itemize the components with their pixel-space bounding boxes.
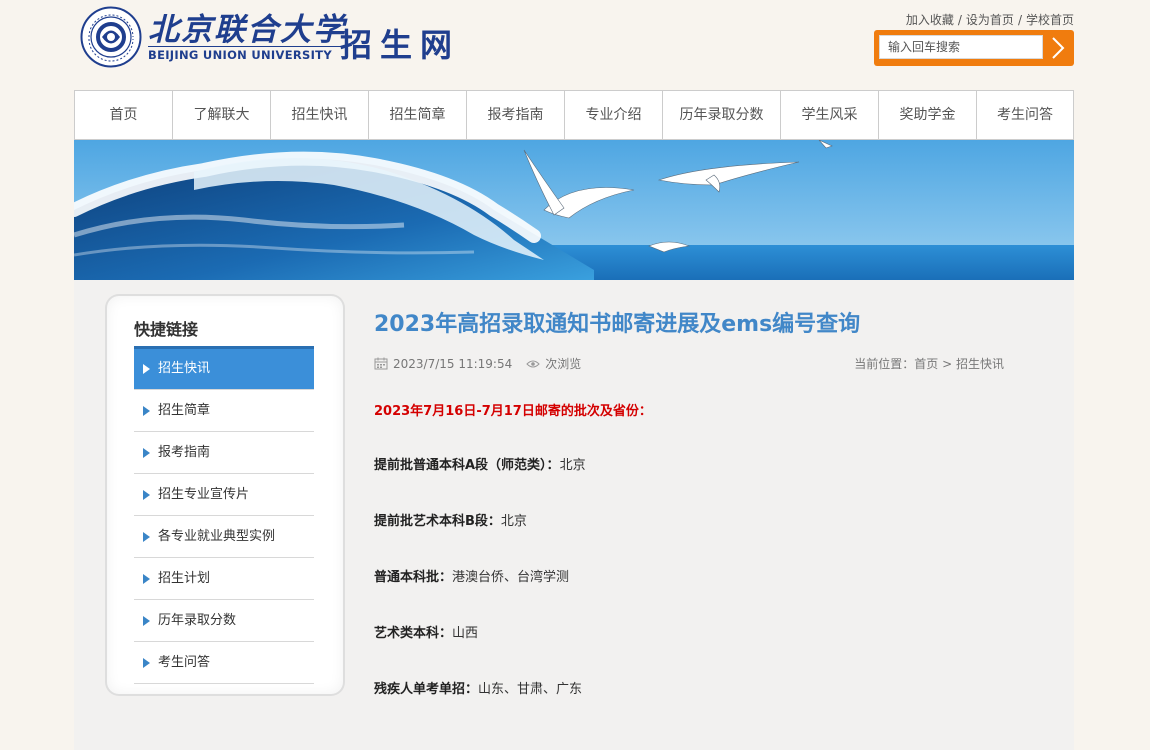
- university-logo[interactable]: 北京联合大学 BEIJING UNION UNIVERSITY: [80, 6, 346, 68]
- sidebar-item-label: 招生计划: [158, 571, 211, 586]
- main-nav: 首页 了解联大 招生快讯 招生简章 报考指南 专业介绍 历年录取分数 学生风采 …: [74, 90, 1074, 140]
- batch-label: 残疾人单考单招：: [374, 682, 479, 697]
- sidebar-item-promo-video[interactable]: 招生专业宣传片: [134, 474, 314, 516]
- batch-entry: 普通本科批：港澳台侨、台湾学测: [374, 569, 1004, 587]
- publish-datetime: 2023/7/15 11:19:54: [393, 356, 513, 371]
- batch-entry: 提前批艺术本科B段：北京: [374, 513, 1004, 531]
- batch-label: 艺术类本科：: [374, 626, 453, 641]
- nav-item-news[interactable]: 招生快讯: [271, 91, 369, 139]
- triangle-right-icon: [143, 574, 150, 584]
- university-seal-icon: [80, 6, 142, 68]
- article-meta: 2023/7/15 11:19:54 次浏览: [374, 355, 581, 372]
- nav-item-scores[interactable]: 历年录取分数: [663, 91, 781, 139]
- batch-provinces: 北京: [559, 458, 586, 473]
- school-name-en: BEIJING UNION UNIVERSITY: [148, 46, 346, 62]
- sidebar-item-label: 招生专业宣传片: [158, 487, 250, 502]
- breadcrumb-news-link[interactable]: 招生快讯: [956, 357, 1004, 371]
- search-input[interactable]: [879, 35, 1043, 59]
- mailing-intro: 2023年7月16日-7月17日邮寄的批次及省份：: [374, 404, 652, 419]
- sidebar-item-label: 各专业就业典型实例: [158, 529, 276, 544]
- batch-provinces: 港澳台侨、台湾学测: [452, 570, 570, 585]
- triangle-right-icon: [143, 448, 150, 458]
- sidebar-item-news[interactable]: 招生快讯: [134, 346, 314, 390]
- sidebar-item-label: 考生问答: [158, 655, 211, 670]
- batch-provinces: 山西: [452, 626, 479, 641]
- top-links: 加入收藏 / 设为首页 / 学校首页: [906, 11, 1074, 28]
- breadcrumb-home-link[interactable]: 首页: [914, 357, 938, 371]
- content-area: 快捷链接 招生快讯 招生简章 报考指南 招生专业宣传片 各专业就业典型实例 招生…: [74, 280, 1074, 750]
- separator: /: [957, 13, 962, 27]
- nav-item-home[interactable]: 首页: [75, 91, 173, 139]
- triangle-right-icon: [143, 490, 150, 500]
- wave-banner-graphic: [74, 140, 1074, 280]
- sidebar-item-guide[interactable]: 报考指南: [134, 432, 314, 474]
- batch-entry: 艺术类本科：山西: [374, 625, 1004, 643]
- search-box: [874, 30, 1074, 66]
- sidebar-item-label: 招生简章: [158, 403, 211, 418]
- set-homepage-link[interactable]: 设为首页: [966, 13, 1014, 27]
- nav-item-majors[interactable]: 专业介绍: [565, 91, 663, 139]
- calendar-icon: [374, 357, 388, 370]
- quick-links-list: 招生快讯 招生简章 报考指南 招生专业宣传片 各专业就业典型实例 招生计划 历年…: [134, 346, 314, 684]
- breadcrumb: 当前位置：首页 > 招生快讯: [854, 355, 1004, 372]
- article-title: 2023年高招录取通知书邮寄进展及ems编号查询: [374, 312, 861, 337]
- sidebar-item-label: 招生快讯: [158, 361, 211, 376]
- triangle-right-icon: [143, 616, 150, 626]
- sidebar-item-scores[interactable]: 历年录取分数: [134, 600, 314, 642]
- batch-label: 提前批普通本科A段（师范类）：: [374, 458, 560, 473]
- article-body: 2023年7月16日-7月17日邮寄的批次及省份： 提前批普通本科A段（师范类）…: [374, 400, 1004, 737]
- nav-item-brochure[interactable]: 招生简章: [369, 91, 467, 139]
- triangle-right-icon: [143, 658, 150, 668]
- sidebar-item-qa[interactable]: 考生问答: [134, 642, 314, 684]
- sidebar-item-employment-cases[interactable]: 各专业就业典型实例: [134, 516, 314, 558]
- banner-image: [74, 140, 1074, 280]
- eye-icon: [526, 360, 540, 367]
- add-favorite-link[interactable]: 加入收藏: [906, 13, 954, 27]
- sidebar-item-label: 历年录取分数: [158, 613, 237, 628]
- nav-item-guide[interactable]: 报考指南: [467, 91, 565, 139]
- sidebar-item-label: 报考指南: [158, 445, 211, 460]
- nav-item-qa[interactable]: 考生问答: [977, 91, 1073, 139]
- batch-provinces: 山东、甘肃、广东: [478, 682, 583, 697]
- nav-item-scholarships[interactable]: 奖助学金: [879, 91, 977, 139]
- breadcrumb-separator: >: [938, 357, 956, 371]
- school-homepage-link[interactable]: 学校首页: [1026, 13, 1074, 27]
- batch-label: 普通本科批：: [374, 570, 453, 585]
- search-arrow-icon[interactable]: [1046, 35, 1070, 61]
- separator: /: [1017, 13, 1022, 27]
- batch-entry: 提前批普通本科A段（师范类）：北京: [374, 457, 1004, 475]
- view-count: 次浏览: [545, 357, 582, 371]
- batch-provinces: 北京: [500, 514, 527, 529]
- triangle-right-icon: [143, 364, 150, 374]
- nav-item-students[interactable]: 学生风采: [781, 91, 879, 139]
- sidebar-item-plan[interactable]: 招生计划: [134, 558, 314, 600]
- batch-entry: 残疾人单考单招：山东、甘肃、广东: [374, 681, 1004, 699]
- quick-links-title: 快捷链接: [134, 320, 199, 339]
- breadcrumb-prefix: 当前位置：: [854, 357, 915, 371]
- sidebar-item-brochure[interactable]: 招生简章: [134, 390, 314, 432]
- quick-links-panel: 快捷链接 招生快讯 招生简章 报考指南 招生专业宣传片 各专业就业典型实例 招生…: [107, 296, 343, 694]
- triangle-right-icon: [143, 406, 150, 416]
- batch-label: 提前批艺术本科B段：: [374, 514, 501, 529]
- nav-item-about[interactable]: 了解联大: [173, 91, 271, 139]
- site-title: 招生网: [340, 26, 461, 64]
- school-name-cn: 北京联合大学: [148, 12, 346, 48]
- triangle-right-icon: [143, 532, 150, 542]
